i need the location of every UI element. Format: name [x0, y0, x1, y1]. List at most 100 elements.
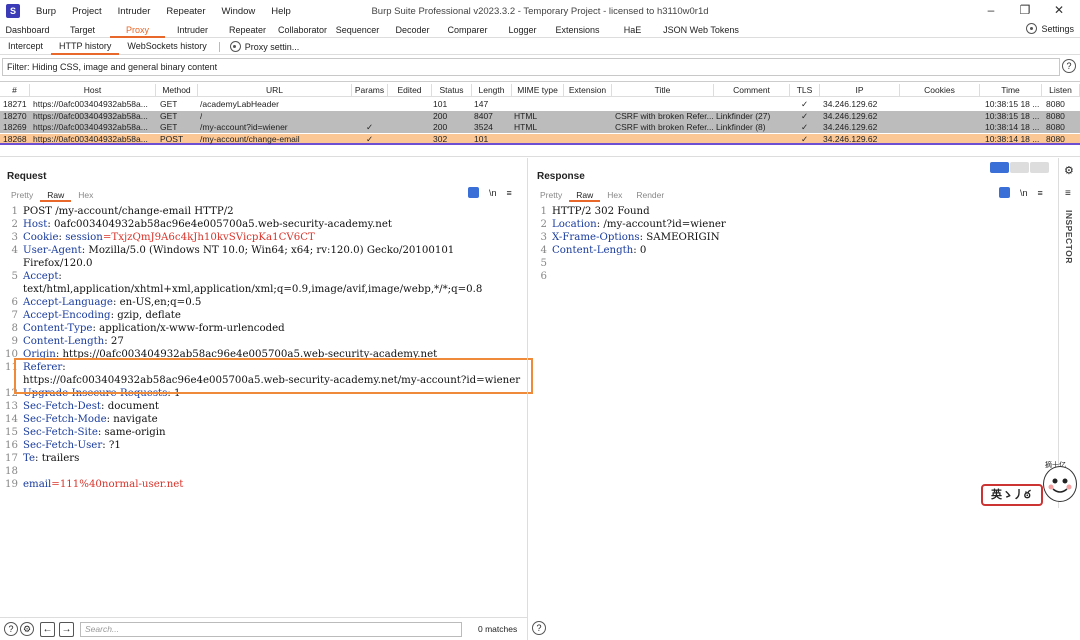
row-ip: 34.246.129.62 [823, 122, 878, 132]
column-header-extension[interactable]: Extension [564, 84, 612, 97]
line-number: 3 [540, 232, 547, 243]
back-arrow-icon[interactable]: ← [40, 621, 55, 637]
hamburger-menu-icon[interactable]: ≡ [507, 188, 512, 198]
row-title: CSRF with broken Refer... [615, 122, 714, 132]
settings-button[interactable]: Settings [1026, 23, 1074, 34]
tab-comparer[interactable]: Comparer [440, 22, 495, 38]
column-header-title[interactable]: Title [612, 84, 714, 97]
request-response-divider[interactable] [527, 158, 528, 640]
filter-bar[interactable]: Filter: Hiding CSS, image and general bi… [2, 58, 1060, 76]
tab-logger[interactable]: Logger [495, 22, 550, 38]
column-header-params[interactable]: Params [352, 84, 388, 97]
newline-toggle[interactable]: \n [1020, 188, 1028, 198]
tab-proxy[interactable]: Proxy [110, 22, 165, 38]
code-token: : gzip, deflate [110, 310, 181, 321]
column-header-mime-type[interactable]: MIME type [512, 84, 564, 97]
close-icon[interactable]: ✕ [1042, 3, 1076, 17]
column-header-edited[interactable]: Edited [388, 84, 432, 97]
code-token: =TxjzQmJ9A6c4kJh10kvSVicpKa1CV6CT [102, 232, 315, 243]
response-help-icon[interactable]: ? [532, 621, 546, 635]
help-icon[interactable]: ? [4, 622, 18, 636]
response-editor[interactable]: 1 HTTP/2 302 Found 2 Location: /my-account?… [533, 205, 1053, 305]
help-icon[interactable]: ? [1062, 59, 1076, 73]
layout-tabs-icon[interactable] [1030, 162, 1049, 173]
search-input[interactable]: Search... [80, 621, 462, 637]
line-number: 15 [5, 427, 18, 438]
layout-toggles [990, 162, 1050, 173]
code-line: text/html,application/xhtml+xml,applicat… [23, 283, 482, 296]
tab-websockets-history[interactable]: WebSockets history [119, 39, 214, 55]
code-token: : /my-account?id=wiener [596, 219, 726, 230]
proxy-settings-button[interactable]: Proxy settin... [224, 41, 306, 52]
tab-hae[interactable]: HaE [605, 22, 660, 38]
layout-vertical-icon[interactable] [1010, 162, 1029, 173]
tab-response-render[interactable]: Render [629, 189, 671, 202]
tab-repeater[interactable]: Repeater [220, 22, 275, 38]
code-line: HTTP/2 302 Found [552, 205, 650, 218]
tab-extensions[interactable]: Extensions [550, 22, 605, 38]
menu-item-repeater[interactable]: Repeater [158, 6, 213, 17]
menu-item-project[interactable]: Project [64, 6, 110, 17]
tab-response-pretty[interactable]: Pretty [533, 189, 569, 202]
menu-item-window[interactable]: Window [214, 6, 264, 17]
gear-icon[interactable]: ⚙ [1064, 164, 1074, 177]
menu-item-intruder[interactable]: Intruder [110, 6, 159, 17]
format-icon[interactable] [999, 187, 1010, 198]
minimize-icon[interactable]: – [974, 3, 1008, 17]
row-number: 18268 [3, 133, 27, 144]
column-header-length[interactable]: Length [472, 84, 512, 97]
tab-request-raw[interactable]: Raw [40, 189, 72, 202]
column-header-#[interactable]: # [0, 84, 30, 97]
table-row[interactable]: 18270 https://0afc003404932ab58a... GET / 20… [0, 110, 1080, 122]
table-row[interactable]: 18268 https://0afc003404932ab58a... POST/m… [0, 133, 1080, 145]
column-header-comment[interactable]: Comment [714, 84, 790, 97]
tab-request-pretty[interactable]: Pretty [4, 189, 40, 202]
column-header-status[interactable]: Status [432, 84, 472, 97]
hamburger-menu-icon[interactable]: ≡ [1038, 188, 1043, 198]
row-listen: 8080 [1046, 133, 1065, 144]
sticker-overlay: 摘十亿 英ゝ丿ఠ [981, 462, 1080, 506]
table-row[interactable]: 18271 https://0afc003404932ab58a... GET/ac… [0, 99, 1080, 110]
inspector-label[interactable]: INSPECTOR [1064, 210, 1074, 264]
tab-decoder[interactable]: Decoder [385, 22, 440, 38]
gear-icon[interactable]: ⚙ [20, 622, 34, 636]
request-editor[interactable]: 1 POST /my-account/change-email HTTP/2 2 Ho… [4, 205, 524, 505]
column-header-cookies[interactable]: Cookies [900, 84, 980, 97]
code-line: Accept-Encoding: gzip, deflate [23, 309, 181, 322]
tab-response-hex[interactable]: Hex [600, 189, 629, 202]
tab-intercept[interactable]: Intercept [0, 39, 51, 55]
tab-collaborator[interactable]: Collaborator [275, 22, 330, 38]
pane-divider[interactable] [0, 156, 1080, 157]
newline-toggle[interactable]: \n [489, 188, 497, 198]
row-status: 200 [433, 122, 448, 132]
menu-item-burp[interactable]: Burp [28, 6, 64, 17]
column-header-method[interactable]: Method [156, 84, 198, 97]
column-header-tls[interactable]: TLS [790, 84, 820, 97]
menu-item-help[interactable]: Help [263, 6, 299, 17]
forward-arrow-icon[interactable]: → [59, 621, 74, 637]
column-header-listen[interactable]: Listen [1042, 84, 1080, 97]
column-header-url[interactable]: URL [198, 84, 352, 97]
format-icon[interactable] [468, 187, 479, 198]
code-token: : trailers [35, 453, 80, 464]
column-header-time[interactable]: Time [980, 84, 1042, 97]
tab-http-history[interactable]: HTTP history [51, 39, 120, 55]
tab-response-raw[interactable]: Raw [569, 189, 601, 202]
column-header-host[interactable]: Host [30, 84, 156, 97]
tab-json-web-tokens[interactable]: JSON Web Tokens [660, 22, 742, 38]
row-params: ✓ [366, 133, 374, 144]
row-status: 302 [433, 133, 448, 144]
row-url: /my-account/change-email [200, 133, 300, 144]
row-time: 10:38:15 18 ... [985, 99, 1040, 109]
tab-target[interactable]: Target [55, 22, 110, 38]
column-header-ip[interactable]: IP [820, 84, 900, 97]
layout-side-by-side-icon[interactable] [990, 162, 1009, 173]
tab-intruder[interactable]: Intruder [165, 22, 220, 38]
maximize-icon[interactable]: ❐ [1008, 3, 1042, 17]
tab-request-hex[interactable]: Hex [71, 189, 100, 202]
code-token: Firefox/120.0 [23, 258, 93, 269]
tab-dashboard[interactable]: Dashboard [0, 22, 55, 38]
inspector-menu-icon[interactable]: ≡ [1065, 188, 1071, 199]
tab-sequencer[interactable]: Sequencer [330, 22, 385, 38]
table-row[interactable]: 18269 https://0afc003404932ab58a... GET/my… [0, 122, 1080, 133]
